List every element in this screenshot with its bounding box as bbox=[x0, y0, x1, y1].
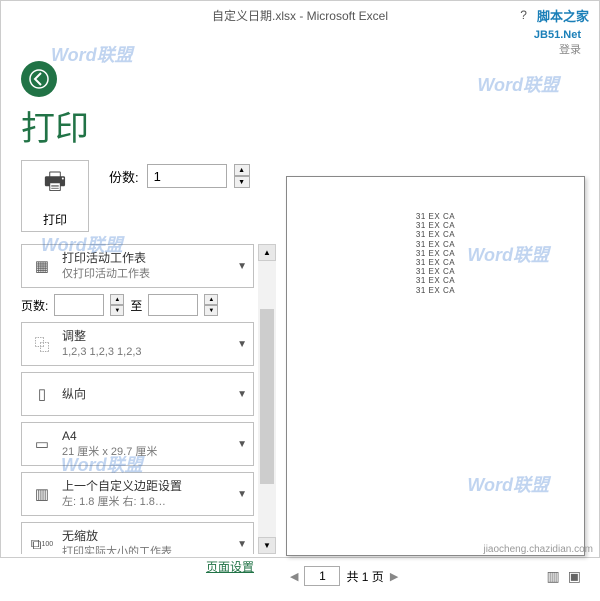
titlebar: 自定义日期.xlsx - Microsoft Excel ? 脚本之家 bbox=[1, 1, 599, 29]
settings-list: ▦ 打印活动工作表 仅打印活动工作表 ▼ 页数: ▲▼ 至 ▲▼ ⿻ 调整 bbox=[21, 244, 276, 554]
collate-icon: ⿻ bbox=[28, 330, 56, 358]
prev-page-button[interactable]: ◀ bbox=[290, 570, 298, 583]
chevron-down-icon: ▼ bbox=[237, 261, 247, 272]
scroll-down-button[interactable]: ▼ bbox=[258, 537, 276, 554]
copies-up[interactable]: ▲ bbox=[234, 164, 250, 176]
brand-label: 脚本之家 bbox=[537, 6, 589, 25]
scroll-up-button[interactable]: ▲ bbox=[258, 244, 276, 261]
total-pages-label: 共 1 页 bbox=[346, 568, 383, 585]
page-range-row: 页数: ▲▼ 至 ▲▼ bbox=[21, 294, 254, 316]
page-to-up[interactable]: ▲ bbox=[204, 294, 218, 305]
copies-input[interactable] bbox=[147, 164, 227, 188]
page-from-down[interactable]: ▼ bbox=[110, 305, 124, 316]
page-from-input[interactable] bbox=[54, 294, 104, 316]
current-page-input[interactable] bbox=[304, 566, 340, 586]
footer-watermark: jiaocheng.chazidian.com bbox=[483, 544, 593, 555]
pages-label: 页数: bbox=[21, 297, 48, 314]
copies-label: 份数: bbox=[109, 167, 139, 186]
chevron-down-icon: ▼ bbox=[237, 439, 247, 450]
printer-icon: 🖶 bbox=[44, 164, 67, 205]
margins-icon: ▥ bbox=[28, 480, 56, 508]
setting-margins[interactable]: ▥ 上一个自定义边距设置 左: 1.8 厘米 右: 1.8… ▼ bbox=[21, 472, 254, 516]
preview-content: 31 EX CA31 EX CA31 EX CA31 EX CA31 EX CA… bbox=[315, 212, 556, 295]
window-title: 自定义日期.xlsx - Microsoft Excel bbox=[212, 7, 388, 24]
page-setup-link[interactable]: 页面设置 bbox=[21, 554, 276, 575]
brand-sub: JB51.Net bbox=[534, 29, 581, 41]
setting-collate[interactable]: ⿻ 调整 1,2,3 1,2,3 1,2,3 ▼ bbox=[21, 322, 254, 366]
page-title: 打印 bbox=[1, 101, 599, 160]
copies-down[interactable]: ▼ bbox=[234, 176, 250, 188]
page-to-input[interactable] bbox=[148, 294, 198, 316]
scroll-thumb[interactable] bbox=[260, 309, 274, 484]
setting-paper[interactable]: ▭ A4 21 厘米 x 29.7 厘米 ▼ bbox=[21, 422, 254, 466]
show-margins-icon[interactable]: ▥ bbox=[547, 568, 560, 585]
setting-orientation[interactable]: ▯ 纵向 ▼ bbox=[21, 372, 254, 416]
help-icon[interactable]: ? bbox=[520, 8, 527, 22]
setting-active-sheets[interactable]: ▦ 打印活动工作表 仅打印活动工作表 ▼ bbox=[21, 244, 254, 288]
back-button[interactable] bbox=[21, 61, 57, 97]
preview-panel: 31 EX CA31 EX CA31 EX CA31 EX CA31 EX CA… bbox=[276, 160, 599, 601]
sheets-icon: ▦ bbox=[28, 252, 56, 280]
portrait-icon: ▯ bbox=[28, 380, 56, 408]
chevron-down-icon: ▼ bbox=[237, 339, 247, 350]
preview-page: 31 EX CA31 EX CA31 EX CA31 EX CA31 EX CA… bbox=[286, 176, 585, 556]
page-to-down[interactable]: ▼ bbox=[204, 305, 218, 316]
login-link[interactable]: 登录 bbox=[559, 44, 581, 56]
watermark: Word联盟 bbox=[477, 71, 559, 97]
scaling-icon: ⧉100 bbox=[28, 530, 56, 554]
next-page-button[interactable]: ▶ bbox=[390, 570, 398, 583]
page-from-up[interactable]: ▲ bbox=[110, 294, 124, 305]
print-button[interactable]: 🖶 打印 bbox=[21, 160, 89, 232]
settings-scrollbar[interactable]: ▲ ▼ bbox=[258, 244, 276, 554]
setting-scaling[interactable]: ⧉100 无缩放 打印实际大小的工作表 ▼ bbox=[21, 522, 254, 554]
arrow-left-icon bbox=[29, 69, 49, 89]
zoom-to-page-icon[interactable]: ▣ bbox=[568, 568, 581, 585]
print-settings-panel: 🖶 打印 份数: ▲ ▼ ▦ 打印活动工作表 仅打印活动工作表 ▼ bbox=[1, 160, 276, 601]
pages-to-label: 至 bbox=[130, 297, 142, 314]
chevron-down-icon: ▼ bbox=[237, 389, 247, 400]
print-button-label: 打印 bbox=[43, 211, 67, 228]
paper-icon: ▭ bbox=[28, 430, 56, 458]
chevron-down-icon: ▼ bbox=[237, 489, 247, 500]
chevron-down-icon: ▼ bbox=[237, 539, 247, 550]
